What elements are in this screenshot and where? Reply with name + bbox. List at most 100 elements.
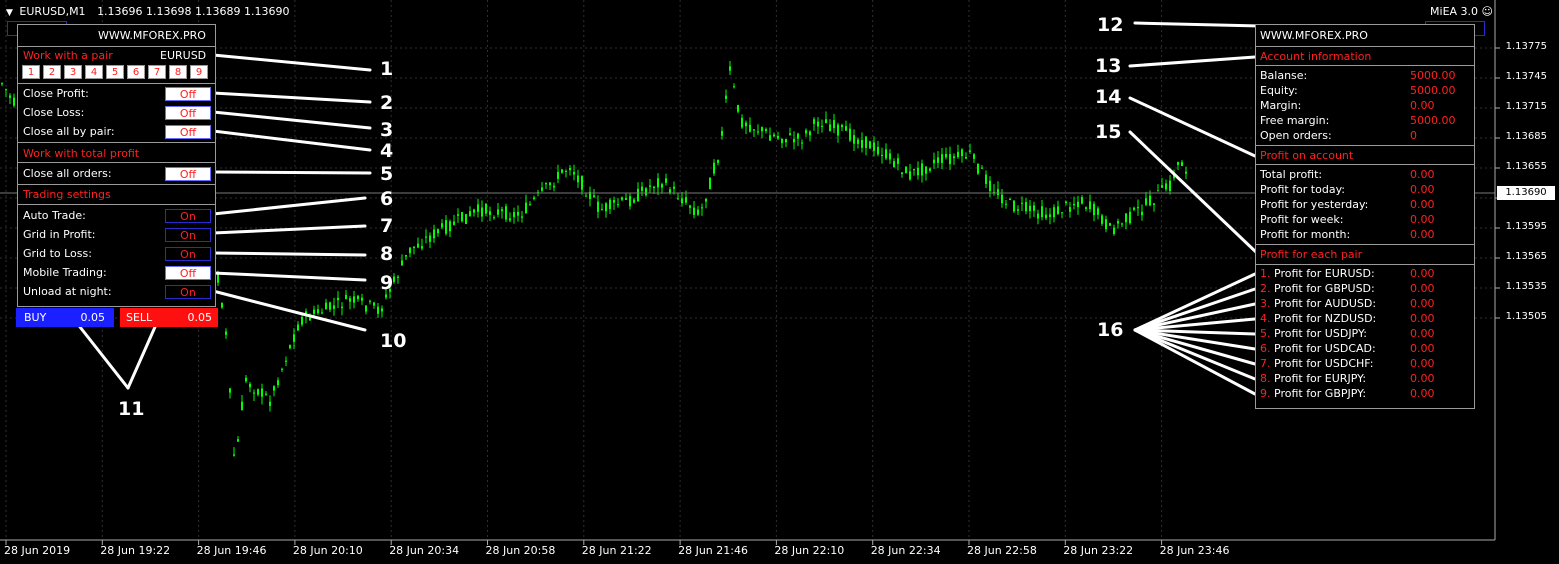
pair-number-button[interactable]: 8 (169, 65, 187, 79)
info-row-label: Profit for USDJPY: (1274, 327, 1367, 340)
buy-label: BUY (24, 311, 47, 324)
info-panel-title: WWW.MFOREX.PRO (1260, 29, 1368, 42)
auto-trade-toggle[interactable]: On (165, 209, 211, 223)
candle-body (473, 209, 475, 213)
callout-line (211, 53, 372, 72)
candle-body (837, 124, 839, 136)
buy-button[interactable]: BUY 0.05 (16, 308, 114, 327)
price-tick-label: 1.13595 (1505, 221, 1547, 232)
candle-body (877, 146, 879, 155)
candle-body (753, 129, 755, 131)
grid-loss-label: Grid to Loss: (23, 247, 92, 260)
candle-body (541, 187, 543, 191)
candle-body (1185, 171, 1187, 174)
candle-body (833, 120, 835, 129)
grid-loss-toggle[interactable]: On (165, 247, 211, 261)
candle-body (333, 305, 335, 309)
info-row-label: Open orders: (1260, 129, 1332, 142)
pair-number-button[interactable]: 4 (85, 65, 103, 79)
pair-number-button[interactable]: 7 (148, 65, 166, 79)
candle-body (721, 131, 723, 136)
candle-body (453, 221, 455, 225)
candle-body (913, 168, 915, 171)
candle-body (705, 198, 707, 202)
symbol-title: EURUSD,M1 (19, 5, 86, 18)
pair-number-button[interactable]: 9 (190, 65, 208, 79)
candle-body (865, 136, 867, 148)
candle-body (1061, 212, 1063, 214)
info-row-value: 0.00 (1410, 342, 1435, 355)
candle-body (517, 211, 519, 216)
candle-body (1129, 211, 1131, 224)
buy-lot: 0.05 (80, 311, 106, 324)
pair-number-button[interactable]: 5 (106, 65, 124, 79)
candle-body (945, 153, 947, 158)
candle-body (1089, 201, 1091, 210)
candle-body (497, 209, 499, 215)
info-row-label: Profit for NZDUSD: (1274, 312, 1377, 325)
candle-body (701, 207, 703, 209)
close-all-orders-toggle[interactable]: Off (165, 167, 211, 181)
candle-body (265, 393, 267, 395)
candle-body (785, 139, 787, 143)
candle-body (1025, 202, 1027, 212)
candle-body (1145, 198, 1147, 205)
grid-profit-label: Grid in Profit: (23, 228, 96, 241)
callout-line (1128, 55, 1257, 68)
callout-line (126, 325, 157, 390)
candle-body (869, 141, 871, 149)
info-row-label: Profit for AUDUSD: (1274, 297, 1377, 310)
pair-number-button[interactable]: 3 (64, 65, 82, 79)
info-row-value: 0.00 (1410, 372, 1435, 385)
info-row-label: Total profit: (1260, 168, 1323, 181)
close-profit-toggle[interactable]: Off (165, 87, 211, 101)
candle-body (1029, 205, 1031, 212)
candle-body (301, 317, 303, 325)
candle-body (361, 297, 363, 301)
grid-profit-toggle[interactable]: On (165, 228, 211, 242)
candle-body (477, 204, 479, 212)
candle-body (1045, 214, 1047, 219)
annotation-number: 7 (380, 215, 394, 237)
time-tick-label: 28 Jun 22:58 (967, 544, 1037, 557)
candle-body (1125, 213, 1127, 223)
price-tick-label: 1.13565 (1505, 251, 1547, 262)
pair-number-button[interactable]: 2 (43, 65, 61, 79)
candle-body (385, 294, 387, 298)
candle-body (1101, 215, 1103, 224)
candle-body (557, 172, 559, 179)
candle-body (937, 157, 939, 163)
sell-button[interactable]: SELL 0.05 (120, 308, 218, 327)
dropdown-triangle-icon[interactable]: ▼ (6, 8, 13, 18)
section-trading-settings: Trading settings (23, 188, 111, 201)
candle-body (1141, 211, 1143, 216)
close-all-pair-toggle[interactable]: Off (165, 125, 211, 139)
candle-body (593, 195, 595, 197)
pair-number-button[interactable]: 1 (22, 65, 40, 79)
annotation-number: 8 (380, 243, 394, 265)
candle-body (489, 211, 491, 215)
mobile-trading-toggle[interactable]: Off (165, 266, 211, 280)
candle-body (853, 135, 855, 144)
candle-body (665, 178, 667, 183)
candle-body (413, 246, 415, 249)
candle-body (789, 133, 791, 135)
smiley-icon: ☺ (1481, 5, 1493, 18)
candle-body (657, 178, 659, 188)
candle-body (769, 135, 771, 141)
candle-body (845, 126, 847, 131)
info-row-label: Free margin: (1260, 114, 1330, 127)
close-loss-toggle[interactable]: Off (165, 106, 211, 120)
pair-number-button[interactable]: 6 (127, 65, 145, 79)
candle-body (621, 197, 623, 200)
candle-body (341, 306, 343, 309)
callout-line (1133, 302, 1257, 332)
candle-body (545, 182, 547, 185)
candle-body (1033, 205, 1035, 211)
candle-body (329, 302, 331, 310)
candle-body (861, 139, 863, 148)
candle-body (1169, 180, 1171, 192)
annotation-number: 16 (1097, 319, 1124, 341)
current-price-label: 1.13690 (1497, 186, 1555, 200)
unload-night-toggle[interactable]: On (165, 285, 211, 299)
